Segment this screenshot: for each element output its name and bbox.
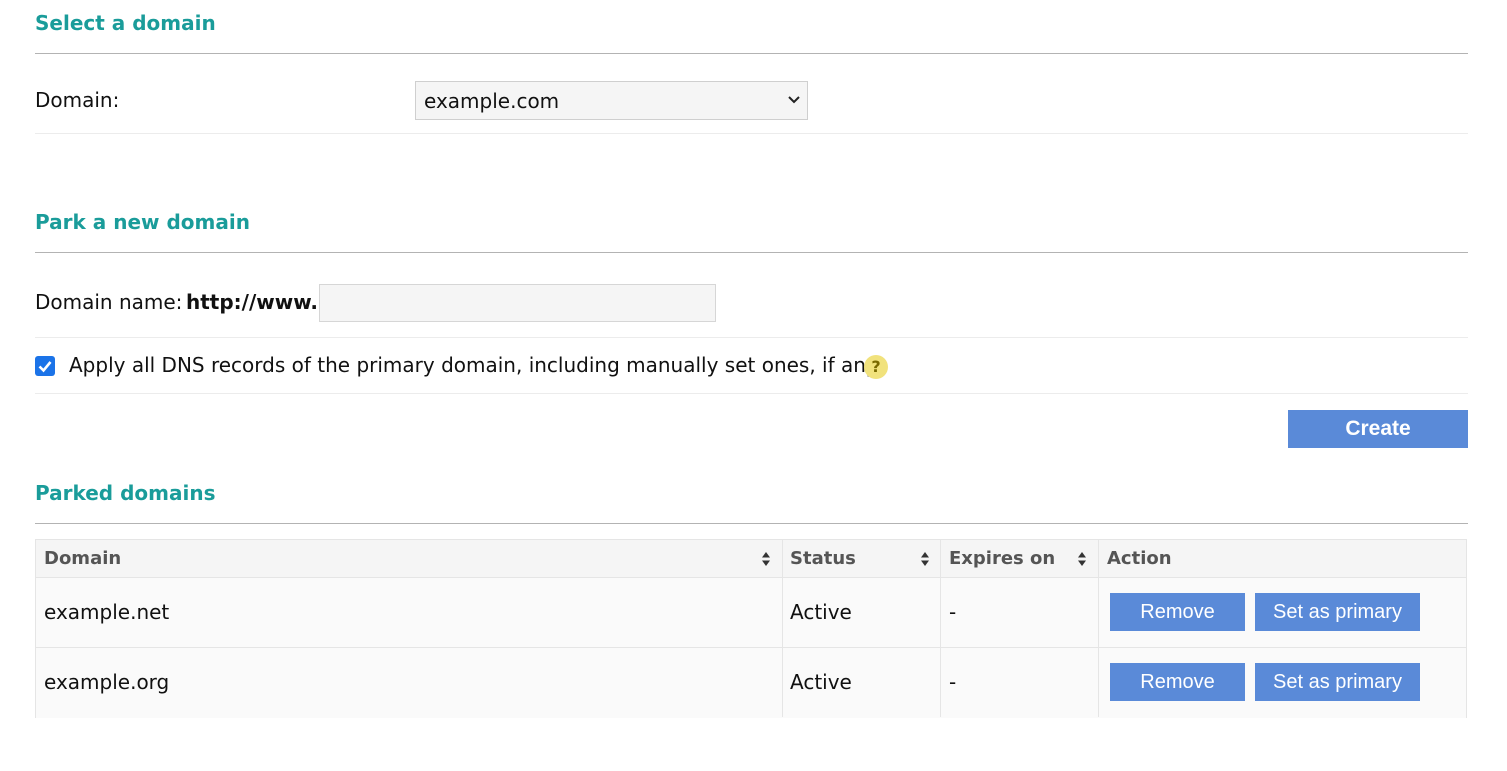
column-divider [940, 540, 941, 717]
section-title-parked-domains: Parked domains [35, 481, 216, 505]
table-row: example.org Active - Remove Set as prima… [36, 648, 1466, 718]
chevron-down-icon [788, 96, 800, 104]
domain-select[interactable]: example.com [415, 81, 808, 120]
set-as-primary-button[interactable]: Set as primary [1255, 663, 1420, 701]
url-prefix: http://www. [186, 290, 319, 314]
sort-icon[interactable] [761, 551, 771, 567]
check-icon [38, 361, 52, 373]
domain-select-value: example.com [424, 89, 560, 113]
column-header-domain[interactable]: Domain [44, 547, 121, 571]
domain-name-label: Domain name: [35, 290, 183, 314]
divider [35, 523, 1468, 524]
help-icon[interactable]: ? [864, 355, 888, 379]
column-header-status[interactable]: Status [790, 547, 856, 571]
table-row: example.net Active - Remove Set as prima… [36, 578, 1466, 648]
row-expires: - [949, 670, 957, 694]
remove-button[interactable]: Remove [1110, 663, 1245, 701]
row-domain: example.org [44, 670, 170, 694]
row-status: Active [790, 670, 852, 694]
column-divider [1098, 540, 1099, 717]
row-divider [35, 133, 1468, 134]
dns-records-label[interactable]: Apply all DNS records of the primary dom… [69, 353, 878, 377]
column-header-action: Action [1107, 548, 1172, 569]
sort-icon[interactable] [920, 551, 930, 567]
row-expires: - [949, 600, 957, 624]
row-divider [35, 393, 1468, 394]
table-header: Domain Status Expires on Action [36, 540, 1466, 578]
dns-records-checkbox[interactable] [35, 356, 55, 376]
domain-name-input[interactable] [319, 284, 716, 322]
row-divider [35, 337, 1468, 338]
sort-icon[interactable] [1077, 551, 1087, 567]
row-domain: example.net [44, 600, 170, 624]
row-status: Active [790, 600, 852, 624]
column-header-expires-on[interactable]: Expires on [949, 547, 1055, 571]
domain-label: Domain: [35, 88, 120, 112]
remove-button[interactable]: Remove [1110, 593, 1245, 631]
create-button[interactable]: Create [1288, 410, 1468, 448]
column-divider [782, 540, 783, 717]
section-title-park-domain: Park a new domain [35, 210, 250, 234]
divider [35, 252, 1468, 253]
divider [35, 53, 1468, 54]
set-as-primary-button[interactable]: Set as primary [1255, 593, 1420, 631]
parked-domains-table: Domain Status Expires on Action example.… [35, 539, 1467, 718]
section-title-select-domain: Select a domain [35, 11, 216, 35]
